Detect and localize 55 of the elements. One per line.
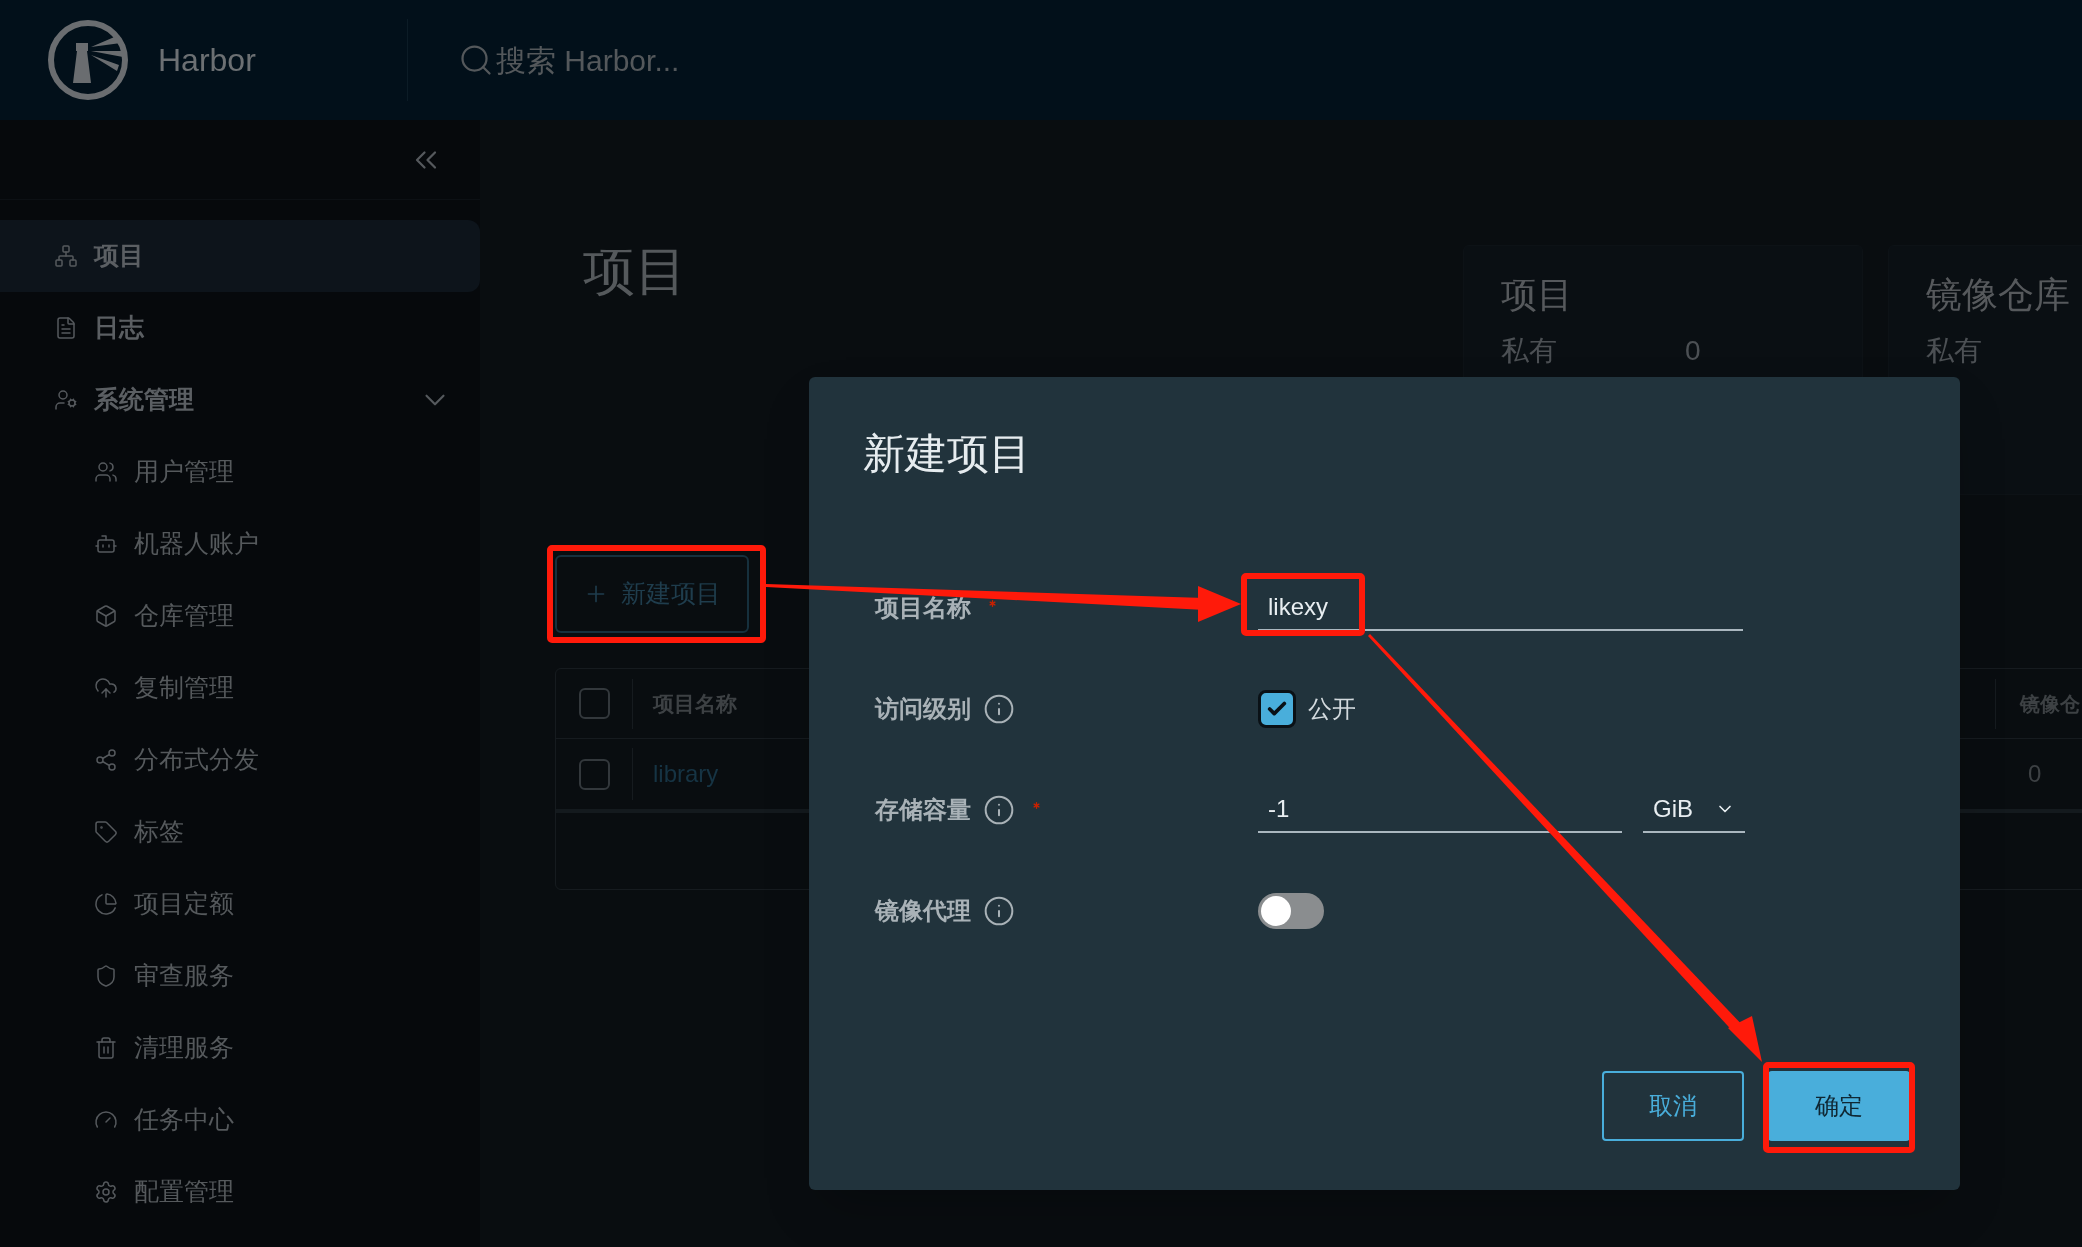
settings-icon bbox=[94, 1180, 118, 1204]
trash-icon bbox=[94, 1036, 118, 1060]
box-icon bbox=[94, 604, 118, 628]
sidebar-item[interactable]: 仓库管理 bbox=[0, 580, 480, 652]
new-project-button[interactable]: 新建项目 bbox=[555, 555, 749, 633]
logo-icon bbox=[47, 19, 129, 101]
sidebar-item[interactable]: 项目 bbox=[0, 220, 480, 292]
confirm-button[interactable]: 确定 bbox=[1768, 1071, 1910, 1141]
dialog-title: 新建项目 bbox=[863, 429, 1032, 479]
unit-select[interactable]: GiB bbox=[1643, 786, 1745, 833]
card-label: 私有 bbox=[1501, 334, 1558, 368]
users-icon bbox=[94, 460, 118, 484]
shield-icon bbox=[94, 964, 118, 988]
card-title: 项目 bbox=[1501, 273, 1574, 317]
brand-name: Harbor bbox=[158, 41, 256, 80]
sidebar-item[interactable]: 任务中心 bbox=[0, 1084, 480, 1156]
tag-icon bbox=[94, 820, 118, 844]
sidebar-item[interactable]: 标签 bbox=[0, 796, 480, 868]
field-label: 项目名称 bbox=[875, 592, 971, 623]
pie-icon bbox=[94, 892, 118, 916]
cancel-button[interactable]: 取消 bbox=[1602, 1071, 1744, 1141]
info-icon[interactable] bbox=[983, 692, 1015, 725]
sidebar-item[interactable]: 清理服务 bbox=[0, 1012, 480, 1084]
document-icon bbox=[54, 316, 78, 340]
search-field[interactable]: 搜索 Harbor... bbox=[458, 37, 680, 83]
card-label: 私有 bbox=[1926, 334, 1983, 368]
project-name-field[interactable]: likexy bbox=[1258, 584, 1743, 631]
share-icon bbox=[94, 748, 118, 772]
page-title: 项目 bbox=[583, 245, 688, 297]
toggle-switch[interactable] bbox=[1258, 892, 1324, 929]
cloud-icon bbox=[94, 676, 118, 700]
checkbox[interactable] bbox=[1258, 689, 1296, 728]
field-label: 存储容量 bbox=[875, 794, 971, 825]
sidebar-item[interactable]: 机器人账户 bbox=[0, 508, 480, 580]
sidebar-item[interactable]: 审查服务 bbox=[0, 940, 480, 1012]
card-title: 镜像仓库 bbox=[1926, 273, 2071, 317]
checkbox[interactable] bbox=[578, 688, 610, 719]
search-icon bbox=[458, 42, 494, 78]
sidebar-item[interactable]: 分布式分发 bbox=[0, 724, 480, 796]
hierarchy-icon bbox=[54, 244, 78, 268]
info-icon[interactable] bbox=[983, 894, 1015, 927]
user-gear-icon bbox=[54, 388, 78, 412]
sidebar-item[interactable]: 用户管理 bbox=[0, 436, 480, 508]
checkbox[interactable] bbox=[578, 758, 610, 790]
sidebar-item[interactable]: 配置管理 bbox=[0, 1156, 480, 1228]
sidebar-item[interactable]: 项目定额 bbox=[0, 868, 480, 940]
checkbox-label: 公开 bbox=[1308, 693, 1356, 724]
field-label: 镜像代理 bbox=[875, 895, 971, 926]
sidebar-item[interactable]: 复制管理 bbox=[0, 652, 480, 724]
sidebar-item[interactable]: 日志 bbox=[0, 292, 480, 364]
field-label: 访问级别 bbox=[875, 693, 971, 724]
sidebar-item[interactable]: 系统管理 bbox=[0, 364, 480, 436]
robot-icon bbox=[94, 532, 118, 556]
info-icon[interactable] bbox=[983, 793, 1015, 826]
card-value: 0 bbox=[1685, 334, 1701, 368]
